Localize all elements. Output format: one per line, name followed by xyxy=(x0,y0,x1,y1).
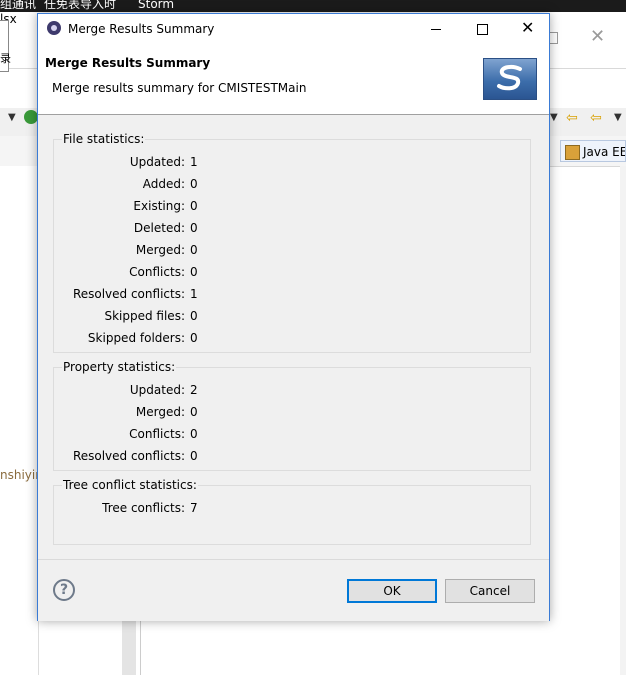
stat-value: 0 xyxy=(190,405,198,419)
stat-label: Merged: xyxy=(135,405,185,419)
close-button[interactable]: ✕ xyxy=(505,14,549,44)
stat-value: 0 xyxy=(190,177,198,191)
background-editor-ruler xyxy=(122,620,136,675)
dialog-footer: ? OK Cancel xyxy=(38,559,549,621)
stat-row: Conflicts: 0 xyxy=(54,426,532,442)
stat-value: 0 xyxy=(190,221,198,235)
stat-row: Resolved conflicts: 1 xyxy=(54,286,532,302)
cancel-button[interactable]: Cancel xyxy=(445,579,535,603)
dialog-header-subtitle: Merge results summary for CMISTESTMain xyxy=(52,81,307,95)
perspective-label: Java EE xyxy=(583,145,626,159)
back-nav-icon[interactable]: ⇦ xyxy=(566,110,578,126)
stat-row: Updated: 1 xyxy=(54,154,532,170)
stat-label: Deleted: xyxy=(133,221,185,235)
eclipse-app-icon xyxy=(47,21,61,35)
tree-conflict-statistics-title: Tree conflict statistics: xyxy=(62,478,198,492)
tree-conflict-statistics-group: Tree conflict statistics: Tree conflicts… xyxy=(53,478,532,545)
forward-nav-icon[interactable]: ⇦ xyxy=(590,110,602,126)
stat-label: Merged: xyxy=(135,243,185,257)
java-ee-icon xyxy=(565,145,580,160)
stat-row: Resolved conflicts: 0 xyxy=(54,448,532,464)
stat-value: 0 xyxy=(190,265,198,279)
dialog-titlebar[interactable]: Merge Results Summary ✕ xyxy=(38,14,549,44)
file-statistics-group: File statistics: Updated: 1 Added: 0 Exist… xyxy=(53,132,532,353)
stat-value: 1 xyxy=(190,155,198,169)
file-statistics-title: File statistics: xyxy=(62,132,146,146)
stat-row: Updated: 2 xyxy=(54,382,532,398)
dialog-content: File statistics: Updated: 1 Added: 0 Exist… xyxy=(38,115,549,559)
stat-label: Existing: xyxy=(133,199,185,213)
stat-row: Deleted: 0 xyxy=(54,220,532,236)
stat-value: 0 xyxy=(190,449,198,463)
dialog-window-title: Merge Results Summary xyxy=(68,22,215,36)
stat-value: 0 xyxy=(190,309,198,323)
stat-row: Skipped files: 0 xyxy=(54,308,532,324)
dialog-header: Merge Results Summary Merge results summ… xyxy=(38,44,549,115)
taskbar-strip: 组通讯 任免表导入时 Storm xyxy=(0,0,626,12)
perspective-java-ee[interactable]: Java EE xyxy=(560,140,626,162)
stat-row: Existing: 0 xyxy=(54,198,532,214)
background-side-char: 录 xyxy=(0,52,11,65)
chevron-down-icon[interactable]: ▼ xyxy=(550,112,558,123)
stat-row: Merged: 0 xyxy=(54,404,532,420)
stat-row: Merged: 0 xyxy=(54,242,532,258)
stat-value: 0 xyxy=(190,243,198,257)
svn-banner-icon xyxy=(483,58,537,100)
stat-value: 7 xyxy=(190,501,198,515)
stat-value: 0 xyxy=(190,427,198,441)
background-right-bar xyxy=(620,166,626,675)
run-icon[interactable] xyxy=(24,110,38,124)
stat-value: 0 xyxy=(190,331,198,345)
stat-row: Tree conflicts: 7 xyxy=(54,500,532,516)
stat-label: Skipped files: xyxy=(104,309,185,323)
stat-label: Tree conflicts: xyxy=(102,501,185,515)
stat-label: Skipped folders: xyxy=(87,331,185,345)
svn-logo-icon xyxy=(497,64,522,91)
stat-row: Skipped folders: 0 xyxy=(54,330,532,346)
maximize-button[interactable] xyxy=(459,14,505,44)
stat-row: Conflicts: 0 xyxy=(54,264,532,280)
minimize-button[interactable] xyxy=(413,14,459,44)
merge-results-dialog: Merge Results Summary ✕ Merge Results Su… xyxy=(37,13,550,621)
stat-label: Resolved conflicts: xyxy=(72,449,185,463)
stat-label: Updated: xyxy=(129,155,185,169)
close-icon: ✕ xyxy=(521,18,535,37)
taskbar-item[interactable]: 组通讯 xyxy=(0,0,36,10)
taskbar-item[interactable]: 任免表导入时 xyxy=(44,0,116,10)
property-statistics-group: Property statistics: Updated: 2 Merged: 0 … xyxy=(53,360,532,471)
stat-label: Resolved conflicts: xyxy=(72,287,185,301)
stat-label: Conflicts: xyxy=(129,265,185,279)
help-icon[interactable]: ? xyxy=(53,579,75,601)
stat-label: Conflicts: xyxy=(129,427,185,441)
stat-value: 0 xyxy=(190,199,198,213)
background-editor xyxy=(140,620,621,675)
stat-row: Added: 0 xyxy=(54,176,532,192)
background-close-icon[interactable]: ✕ xyxy=(590,26,605,47)
chevron-down-icon[interactable]: ▼ xyxy=(614,112,622,123)
dialog-header-title: Merge Results Summary xyxy=(45,56,211,70)
stat-value: 1 xyxy=(190,287,198,301)
ok-button[interactable]: OK xyxy=(347,579,437,603)
property-statistics-title: Property statistics: xyxy=(62,360,177,374)
stat-label: Added: xyxy=(142,177,185,191)
chevron-down-icon[interactable]: ▼ xyxy=(8,112,16,123)
background-left-pane xyxy=(0,166,39,675)
stat-label: Updated: xyxy=(129,383,185,397)
stat-value: 2 xyxy=(190,383,198,397)
taskbar-item[interactable]: Storm xyxy=(138,0,174,10)
